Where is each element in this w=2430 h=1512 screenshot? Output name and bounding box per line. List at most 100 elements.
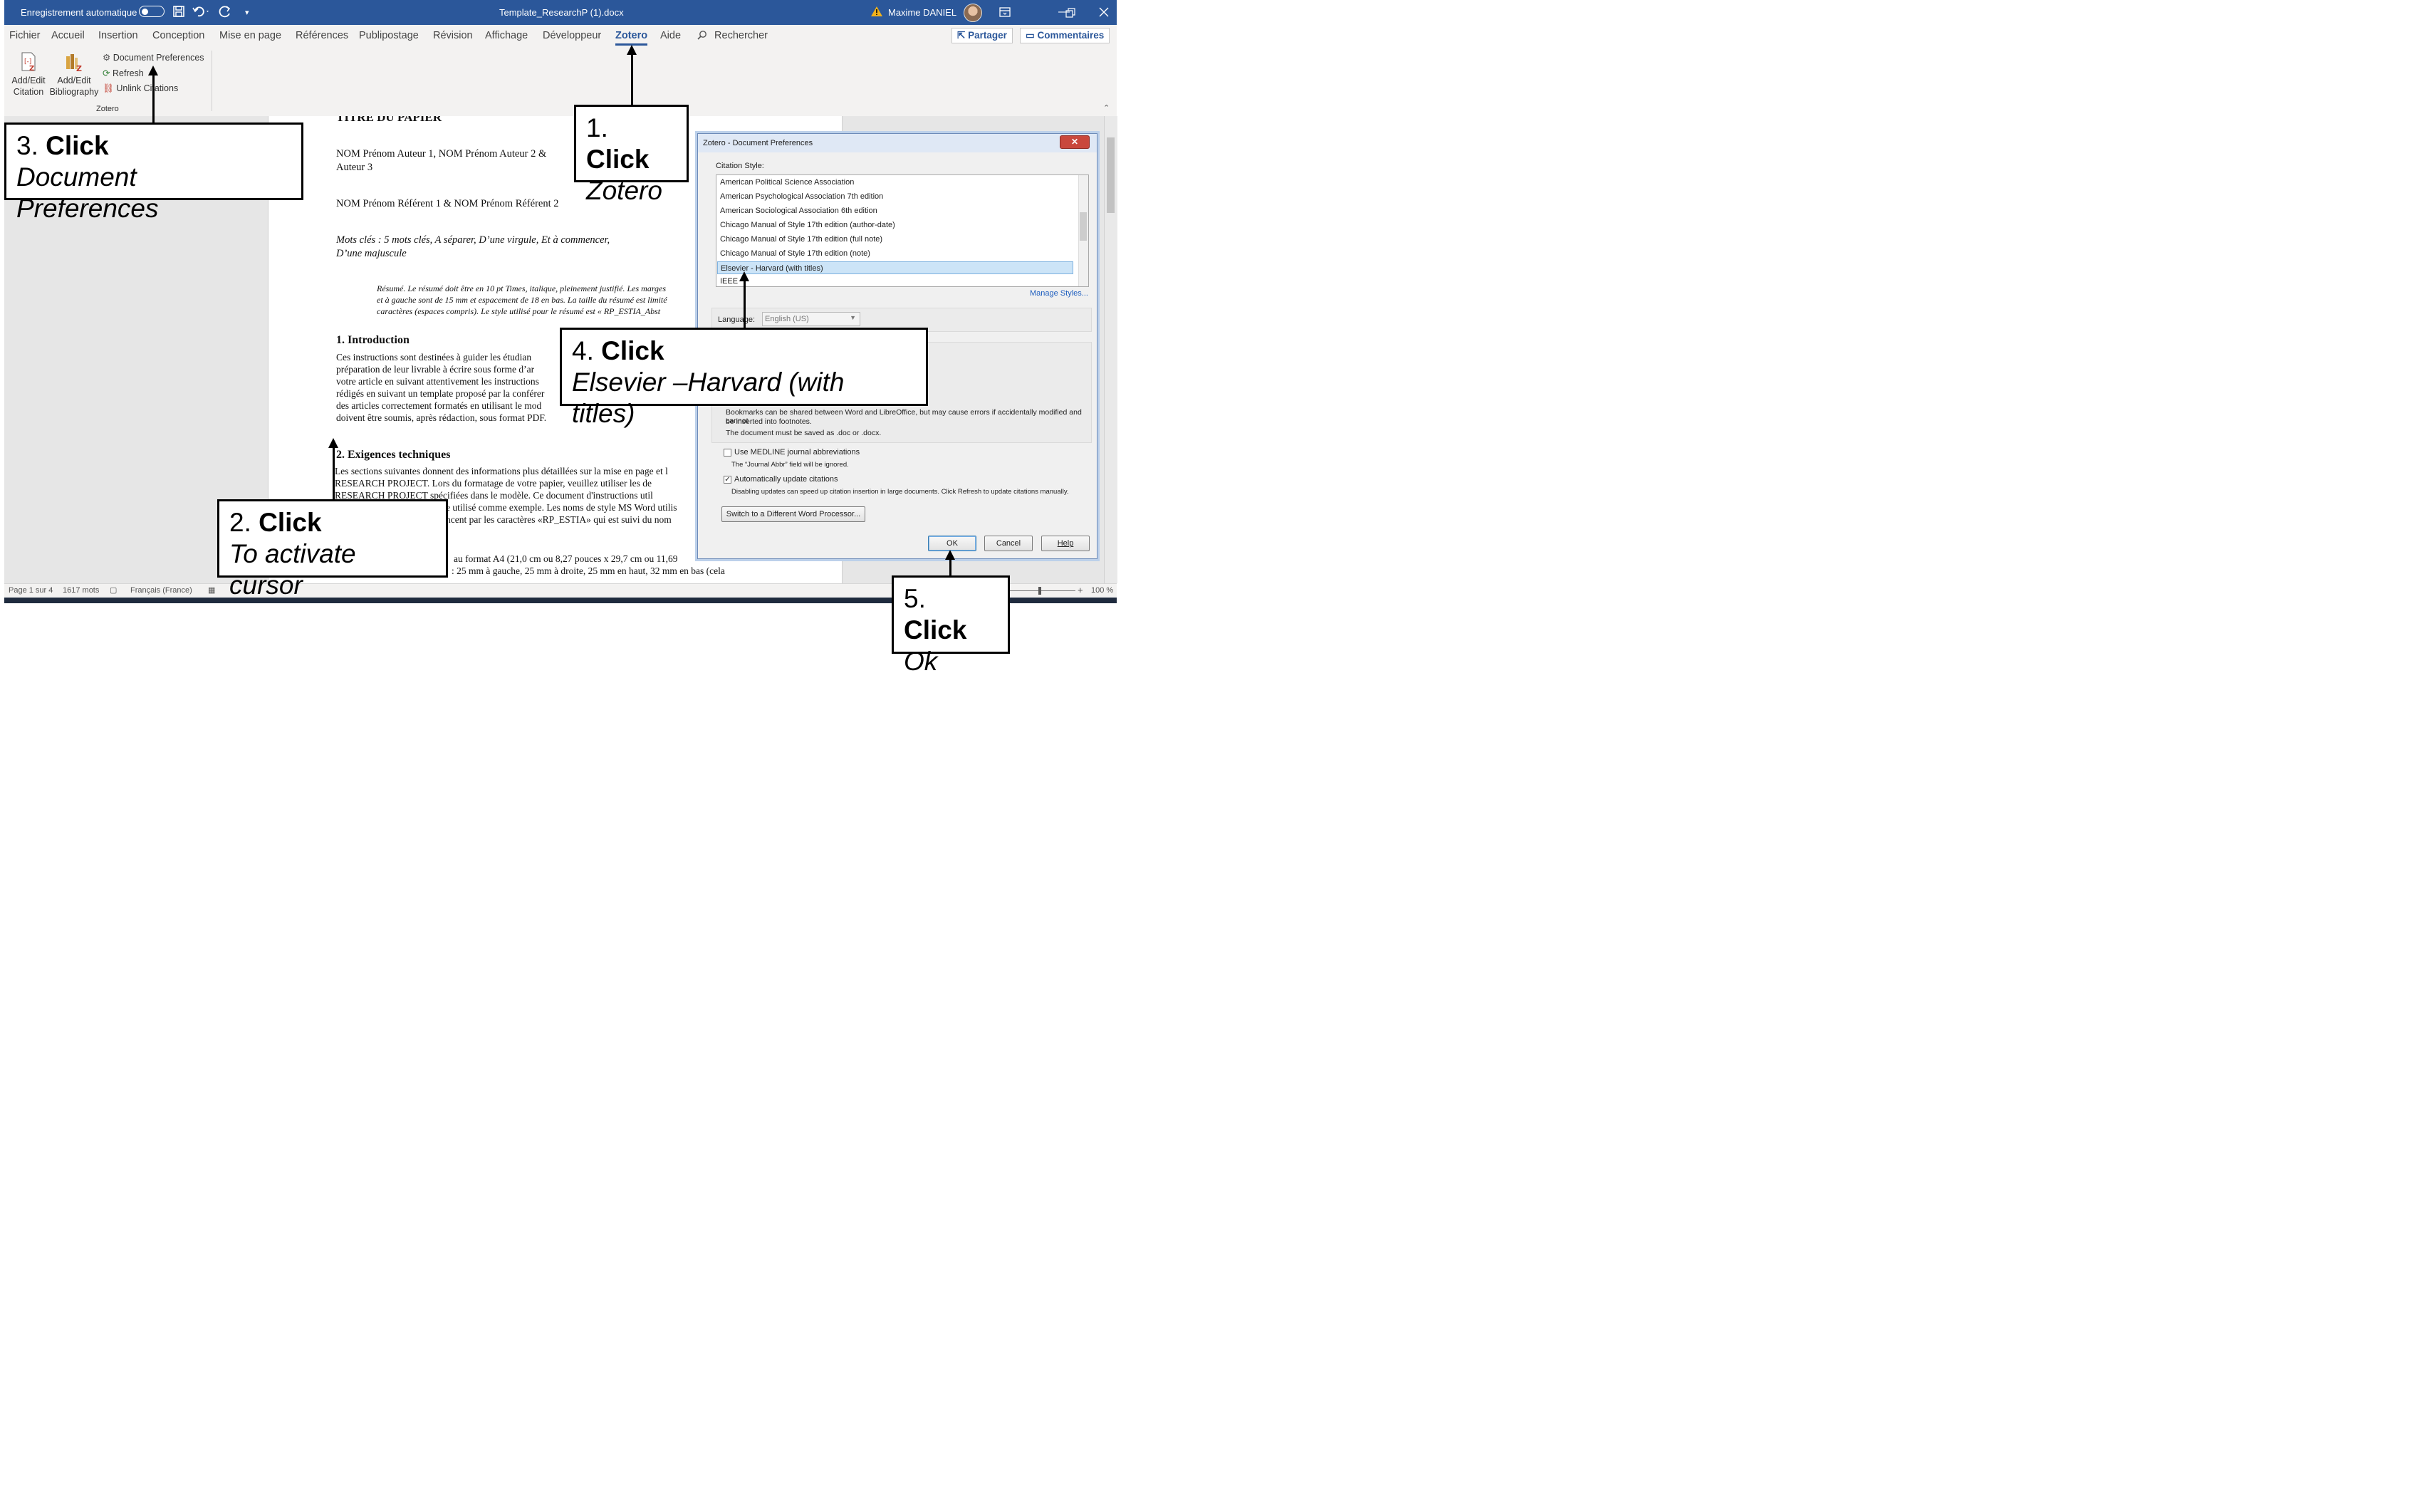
tab-developpeur[interactable]: Développeur — [543, 30, 601, 41]
tab-aide[interactable]: Aide — [660, 30, 681, 41]
vertical-scrollbar[interactable] — [1104, 116, 1117, 583]
intro-line: Ces instructions sont destinées à guider… — [336, 352, 532, 363]
share-button[interactable]: ⇱ Partager — [951, 28, 1013, 43]
dialog-title-bar: Zotero - Document Preferences ✕ — [698, 134, 1097, 152]
auto-update-label[interactable]: Automatically update citations — [734, 475, 838, 484]
switch-word-processor-button[interactable]: Switch to a Different Word Processor... — [721, 506, 865, 522]
refresh-icon: ⟳ — [103, 68, 110, 78]
close-icon[interactable] — [1099, 6, 1109, 21]
abstract-line-1: Résumé. Le résumé doit être en 10 pt Tim… — [377, 283, 667, 293]
arrow-2-line — [333, 447, 335, 501]
autosave-toggle[interactable] — [139, 6, 165, 17]
autosave-label: Enregistrement automatique — [21, 7, 137, 18]
style-option[interactable]: American Political Science Association — [720, 178, 854, 187]
medline-label[interactable]: Use MEDLINE journal abbreviations — [734, 448, 860, 457]
help-button[interactable]: Help — [1041, 536, 1090, 551]
tab-references[interactable]: Références — [296, 30, 348, 41]
list-scrollbar[interactable] — [1078, 175, 1088, 286]
intro-line: doivent être soumis, après rédaction, so… — [336, 412, 547, 423]
ribbon-group-label: Zotero — [96, 105, 119, 113]
add-edit-bibliography-button[interactable]: Z Add/Edit Bibliography — [48, 52, 100, 98]
refresh-label: Refresh — [112, 68, 144, 78]
arrow-5-head — [945, 550, 955, 560]
undo-icon[interactable] — [192, 5, 211, 21]
citation-style-list[interactable]: American Political Science Association A… — [716, 174, 1089, 287]
arrow-1-line — [631, 53, 633, 106]
tech-line: ncent par les caractères «RP_ESTIA» qui … — [446, 514, 672, 525]
abstract-line-3: caractères (espaces compris). Le style u… — [377, 306, 661, 316]
language-select[interactable]: English (US) ▼ — [762, 312, 860, 326]
save-icon[interactable] — [172, 5, 185, 21]
manage-styles-link[interactable]: Manage Styles... — [1030, 289, 1088, 298]
unlink-citations-label: Unlink Citations — [116, 83, 179, 93]
style-option[interactable]: Chicago Manual of Style 17th edition (au… — [720, 221, 895, 229]
restore-icon[interactable] — [1065, 7, 1075, 21]
arrow-4-head — [739, 271, 749, 281]
callout-5-target: Ok — [904, 647, 938, 676]
save-format-note: The document must be saved as .doc or .d… — [726, 429, 882, 437]
citation-icon: [-]Z — [21, 52, 36, 73]
style-option[interactable]: Chicago Manual of Style 17th edition (no… — [720, 249, 870, 258]
ribbon-display-icon[interactable] — [999, 6, 1011, 21]
redo-icon[interactable] — [218, 5, 232, 21]
zoom-level[interactable]: 100 % — [1091, 586, 1113, 595]
tab-zotero[interactable]: Zotero — [615, 30, 648, 46]
document-preferences-button[interactable]: ⚙ Document Preferences — [103, 52, 204, 63]
gear-icon: ⚙ — [103, 53, 111, 63]
avatar[interactable] — [964, 4, 982, 22]
collapse-ribbon-icon[interactable]: ⌃ — [1103, 103, 1110, 113]
callout-1-number: 1. — [586, 113, 608, 142]
language-status[interactable]: Français (France) — [130, 586, 192, 595]
zoom-in-icon[interactable]: + — [1078, 585, 1083, 595]
add-edit-bibliography-label-1: Add/Edit — [57, 75, 91, 85]
tab-mise-en-page[interactable]: Mise en page — [219, 30, 281, 41]
tech-line: Les sections suivantes donnent des infor… — [335, 466, 668, 476]
scrollbar-thumb[interactable] — [1107, 137, 1115, 213]
style-option[interactable]: Chicago Manual of Style 17th edition (fu… — [720, 235, 882, 244]
authors-line-1: NOM Prénom Auteur 1, NOM Prénom Auteur 2… — [336, 148, 547, 160]
proofing-icon[interactable]: ▢ — [110, 585, 117, 595]
refresh-button[interactable]: ⟳ Refresh — [103, 68, 144, 78]
comments-button[interactable]: ▭ Commentaires — [1020, 28, 1110, 43]
arrow-4-line — [744, 280, 746, 329]
dialog-close-button[interactable]: ✕ — [1060, 135, 1090, 149]
macro-icon[interactable]: ▦ — [208, 585, 215, 595]
auto-update-checkbox[interactable]: ✓ — [724, 476, 731, 484]
tab-accueil[interactable]: Accueil — [51, 30, 85, 41]
format-line-2: : 25 mm à gauche, 25 mm à droite, 25 mm … — [452, 565, 725, 576]
customize-icon[interactable]: ▾ — [245, 8, 249, 17]
word-count[interactable]: 1617 mots — [63, 586, 99, 595]
list-scrollbar-thumb[interactable] — [1080, 212, 1087, 241]
callout-2-number: 2. — [229, 508, 251, 537]
keywords-line-1: Mots clés : 5 mots clés, A séparer, D’un… — [336, 234, 610, 246]
search-label: Rechercher — [714, 30, 768, 41]
callout-2-target-1: To activate — [229, 539, 356, 568]
zoom-slider-thumb[interactable] — [1038, 587, 1041, 595]
page-count[interactable]: Page 1 sur 4 — [9, 586, 53, 595]
style-option[interactable]: American Psychological Association 7th e… — [720, 192, 883, 201]
tab-affichage[interactable]: Affichage — [485, 30, 528, 41]
search-tell-me[interactable]: Rechercher — [697, 30, 768, 41]
tab-publipostage[interactable]: Publipostage — [359, 30, 419, 41]
zoom-slider[interactable] — [1010, 590, 1075, 591]
ok-button[interactable]: OK — [928, 536, 976, 551]
tab-revision[interactable]: Révision — [433, 30, 473, 41]
tab-fichier[interactable]: Fichier — [9, 30, 41, 41]
style-option[interactable]: IEEE — [720, 277, 738, 286]
style-option[interactable]: American Sociological Association 6th ed… — [720, 207, 877, 215]
document-preferences-label: Document Preferences — [113, 53, 204, 63]
add-edit-citation-button[interactable]: [-] Z Add/Edit Citation — [10, 52, 47, 98]
style-option-selected[interactable]: Elsevier - Harvard (with titles) — [717, 261, 1073, 274]
tech-line: e utilisé comme exemple. Les noms de sty… — [446, 502, 677, 513]
warning-icon[interactable] — [870, 6, 883, 21]
tab-conception[interactable]: Conception — [152, 30, 204, 41]
tab-insertion[interactable]: Insertion — [98, 30, 138, 41]
language-value: English (US) — [765, 315, 809, 323]
auto-update-note: Disabling updates can speed up citation … — [731, 488, 1069, 496]
callout-3-target-1: Document — [16, 162, 137, 192]
cancel-button[interactable]: Cancel — [984, 536, 1033, 551]
callout-4-number: 4. — [572, 336, 594, 365]
medline-checkbox[interactable] — [724, 449, 731, 457]
callout-step-2: 2. Click To activate cursor — [217, 499, 448, 600]
unlink-citations-button[interactable]: ⛓ Unlink Citations — [103, 83, 178, 94]
